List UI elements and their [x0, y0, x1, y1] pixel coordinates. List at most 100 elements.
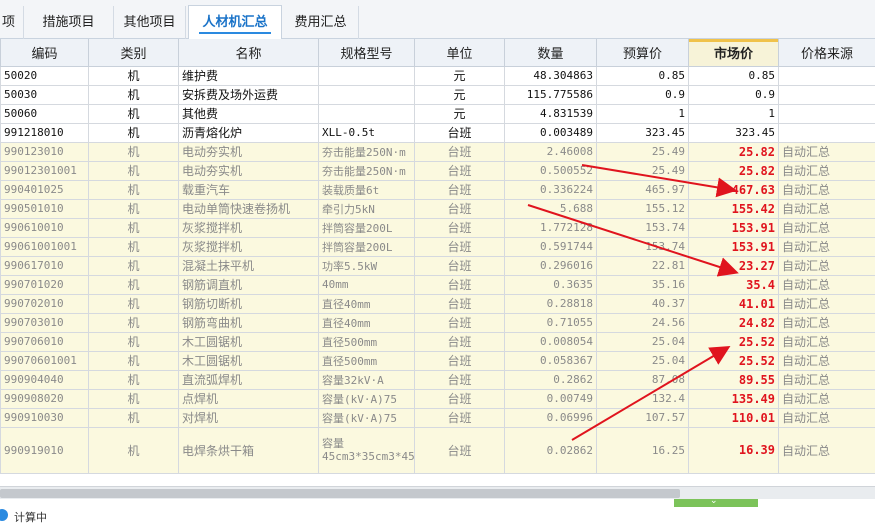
cell-market-price[interactable]: 16.39 [689, 427, 779, 473]
cell-quantity[interactable]: 0.06996 [505, 408, 597, 427]
cell-type[interactable]: 机 [89, 389, 179, 408]
cell-code[interactable]: 990702010 [1, 294, 89, 313]
cell-name[interactable]: 灰浆搅拌机 [179, 218, 319, 237]
cell-name[interactable]: 电动单筒快速卷扬机 [179, 199, 319, 218]
cell-code[interactable]: 50030 [1, 85, 89, 104]
cell-unit[interactable]: 元 [415, 104, 505, 123]
cell-code[interactable]: 990703010 [1, 313, 89, 332]
cell-type[interactable]: 机 [89, 218, 179, 237]
col-header-unit[interactable]: 单位 [415, 39, 505, 66]
cell-spec[interactable]: 拌筒容量200L [319, 237, 415, 256]
cell-spec[interactable]: 容量32kV·A [319, 370, 415, 389]
table-row[interactable]: 990617010机混凝土抹平机功率5.5kW台班0.29601622.8123… [1, 256, 875, 275]
cell-code[interactable]: 990617010 [1, 256, 89, 275]
cell-quantity[interactable]: 5.688 [505, 199, 597, 218]
cell-spec[interactable]: XLL-0.5t [319, 123, 415, 142]
cell-budget-price[interactable]: 0.85 [597, 66, 689, 85]
cell-market-price[interactable]: 0.9 [689, 85, 779, 104]
cell-name[interactable]: 混凝土抹平机 [179, 256, 319, 275]
cell-budget-price[interactable]: 465.97 [597, 180, 689, 199]
cell-unit[interactable]: 台班 [415, 389, 505, 408]
cell-unit[interactable]: 台班 [415, 275, 505, 294]
cell-price-source[interactable] [779, 123, 875, 142]
cell-code[interactable]: 990501010 [1, 199, 89, 218]
table-row[interactable]: 99061001001机灰浆搅拌机拌筒容量200L台班0.591744153.7… [1, 237, 875, 256]
scrollbar-thumb[interactable] [0, 489, 680, 498]
cell-market-price[interactable]: 41.01 [689, 294, 779, 313]
cell-budget-price[interactable]: 24.56 [597, 313, 689, 332]
cell-type[interactable]: 机 [89, 142, 179, 161]
cell-name[interactable]: 电动夯实机 [179, 142, 319, 161]
cell-quantity[interactable]: 4.831539 [505, 104, 597, 123]
cell-name[interactable]: 直流弧焊机 [179, 370, 319, 389]
cell-price-source[interactable]: 自动汇总 [779, 389, 875, 408]
cell-price-source[interactable]: 自动汇总 [779, 313, 875, 332]
cell-budget-price[interactable]: 0.9 [597, 85, 689, 104]
cell-type[interactable]: 机 [89, 85, 179, 104]
cell-quantity[interactable]: 0.336224 [505, 180, 597, 199]
cell-code[interactable]: 991218010 [1, 123, 89, 142]
cell-name[interactable]: 电焊条烘干箱 [179, 427, 319, 473]
cell-budget-price[interactable]: 323.45 [597, 123, 689, 142]
cell-code[interactable]: 990701020 [1, 275, 89, 294]
cell-spec[interactable]: 直径500mm [319, 332, 415, 351]
cell-name[interactable]: 安拆费及场外运费 [179, 85, 319, 104]
cell-budget-price[interactable]: 153.74 [597, 218, 689, 237]
cell-quantity[interactable]: 0.3635 [505, 275, 597, 294]
cell-spec[interactable]: 直径40mm [319, 294, 415, 313]
cell-type[interactable]: 机 [89, 104, 179, 123]
cell-code[interactable]: 990706010 [1, 332, 89, 351]
cell-unit[interactable]: 台班 [415, 351, 505, 370]
cell-name[interactable]: 钢筋切断机 [179, 294, 319, 313]
tab-cost-summary[interactable]: 费用汇总 [283, 6, 359, 39]
table-row[interactable]: 990908020机点焊机容量(kV·A)75台班0.00749132.4135… [1, 389, 875, 408]
col-header-name[interactable]: 名称 [179, 39, 319, 66]
cell-name[interactable]: 对焊机 [179, 408, 319, 427]
cell-code[interactable]: 50060 [1, 104, 89, 123]
cell-budget-price[interactable]: 22.81 [597, 256, 689, 275]
table-row[interactable]: 99070601001机木工圆锯机直径500mm台班0.05836725.042… [1, 351, 875, 370]
collapse-panel-handle[interactable]: ⌄ [674, 499, 758, 507]
cell-price-source[interactable]: 自动汇总 [779, 142, 875, 161]
cell-market-price[interactable]: 25.82 [689, 142, 779, 161]
cell-price-source[interactable]: 自动汇总 [779, 408, 875, 427]
cell-market-price[interactable]: 110.01 [689, 408, 779, 427]
cell-unit[interactable]: 台班 [415, 199, 505, 218]
table-row[interactable]: 50030机安拆费及场外运费元115.7755860.90.9 [1, 85, 875, 104]
cell-budget-price[interactable]: 153.74 [597, 237, 689, 256]
cell-code[interactable]: 50020 [1, 66, 89, 85]
cell-market-price[interactable]: 24.82 [689, 313, 779, 332]
cell-spec[interactable]: 装载质量6t [319, 180, 415, 199]
tab-measures[interactable]: 措施项目 [24, 6, 114, 39]
cell-budget-price[interactable]: 35.16 [597, 275, 689, 294]
cell-type[interactable]: 机 [89, 427, 179, 473]
cell-spec[interactable]: 牵引力5kN [319, 199, 415, 218]
cell-type[interactable]: 机 [89, 161, 179, 180]
cell-price-source[interactable]: 自动汇总 [779, 256, 875, 275]
cell-type[interactable]: 机 [89, 66, 179, 85]
cell-unit[interactable]: 台班 [415, 237, 505, 256]
cell-spec[interactable]: 直径500mm [319, 351, 415, 370]
table-row[interactable]: 990706010机木工圆锯机直径500mm台班0.00805425.0425.… [1, 332, 875, 351]
cell-budget-price[interactable]: 25.49 [597, 142, 689, 161]
cell-market-price[interactable]: 1 [689, 104, 779, 123]
col-header-quantity[interactable]: 数量 [505, 39, 597, 66]
cell-type[interactable]: 机 [89, 408, 179, 427]
cell-quantity[interactable]: 0.003489 [505, 123, 597, 142]
cell-quantity[interactable]: 0.00749 [505, 389, 597, 408]
cell-name[interactable]: 木工圆锯机 [179, 332, 319, 351]
cell-name[interactable]: 电动夯实机 [179, 161, 319, 180]
cell-price-source[interactable]: 自动汇总 [779, 218, 875, 237]
cell-code[interactable]: 990908020 [1, 389, 89, 408]
cell-code[interactable]: 990123010 [1, 142, 89, 161]
cell-budget-price[interactable]: 25.04 [597, 351, 689, 370]
cell-unit[interactable]: 台班 [415, 218, 505, 237]
cell-price-source[interactable] [779, 66, 875, 85]
col-header-code[interactable]: 编码 [1, 39, 89, 66]
cell-spec[interactable] [319, 85, 415, 104]
cell-quantity[interactable]: 0.591744 [505, 237, 597, 256]
cell-unit[interactable]: 台班 [415, 294, 505, 313]
cell-price-source[interactable]: 自动汇总 [779, 294, 875, 313]
cell-quantity[interactable]: 0.296016 [505, 256, 597, 275]
table-row[interactable]: 990919010机电焊条烘干箱容量45cm3*35cm3*45cm3台班0.0… [1, 427, 875, 473]
